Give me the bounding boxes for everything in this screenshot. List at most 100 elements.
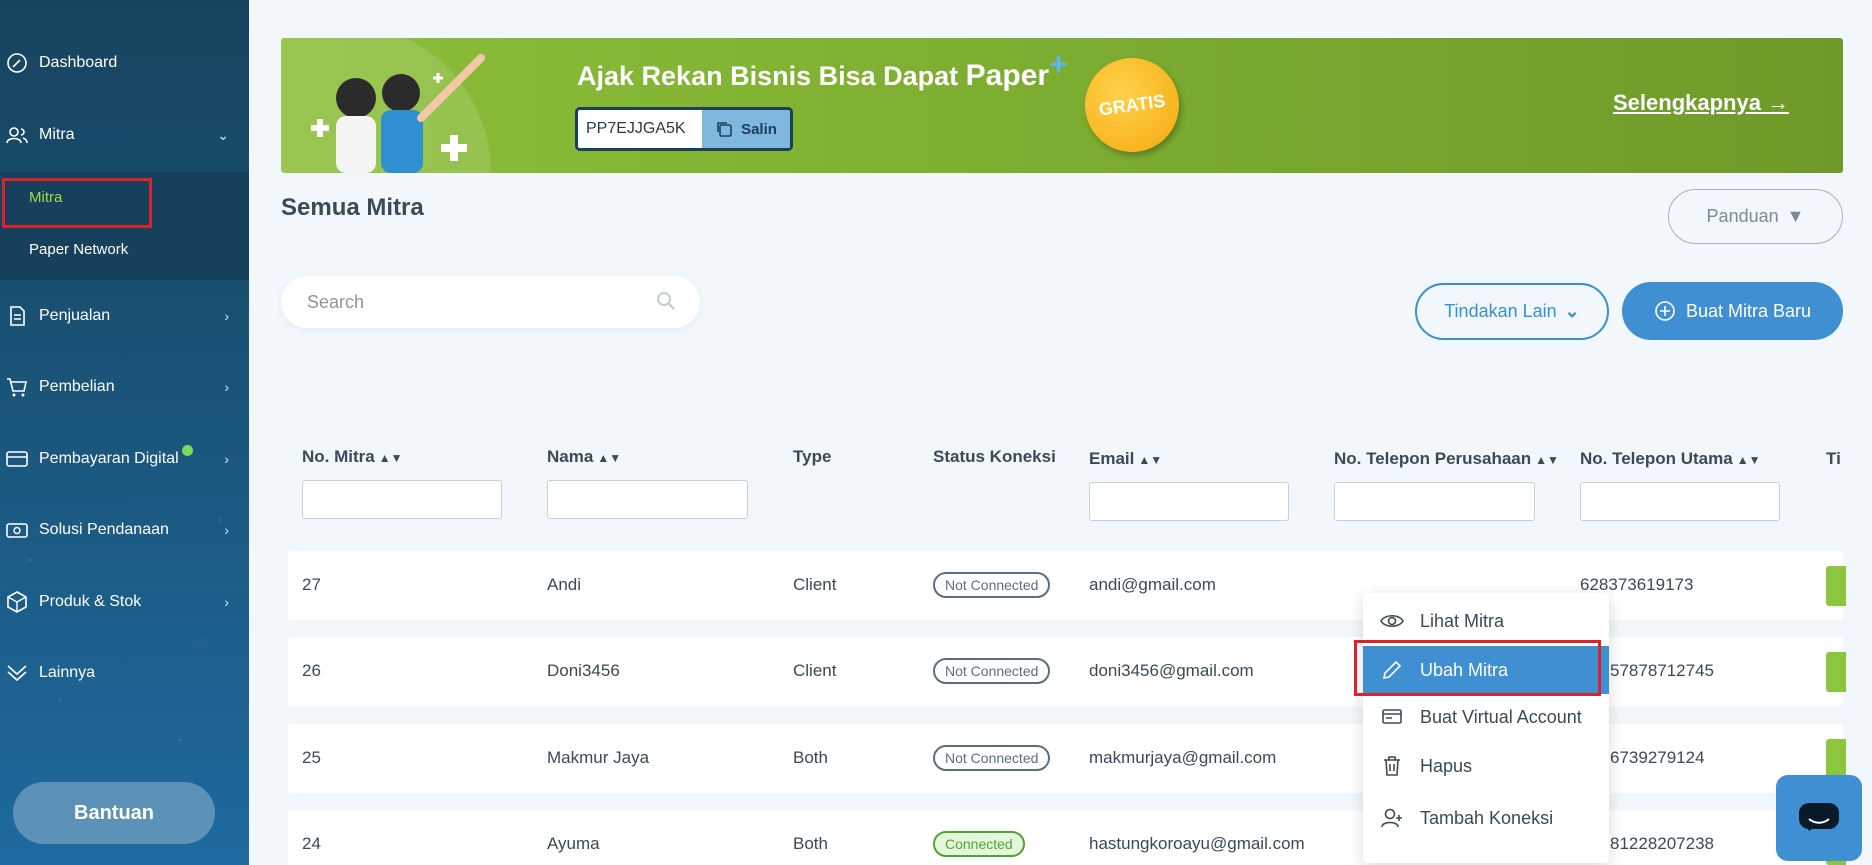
filter-nama[interactable] <box>547 480 748 519</box>
column-label: No. Telepon Utama <box>1580 449 1733 468</box>
banner-brand: Paper <box>965 59 1050 92</box>
guide-label: Panduan <box>1706 206 1779 226</box>
trash-icon <box>1380 754 1404 778</box>
column-header-nama[interactable]: Nama ▲▼ <box>547 447 621 467</box>
create-partner-label: Buat Mitra Baru <box>1685 300 1812 321</box>
menu-item-add-connection[interactable]: Tambah Koneksi <box>1363 794 1609 842</box>
table-row[interactable]: 24 Ayuma Both Connected hastungkoroayu@g… <box>288 810 1843 865</box>
sidebar-item-label: Mitra <box>39 126 75 143</box>
filter-no-mitra[interactable] <box>302 480 502 519</box>
column-label: No. Mitra <box>302 447 375 466</box>
sidebar-item-pembelian[interactable]: Pembelian › <box>0 367 249 407</box>
cell-phone: 6739279124 <box>1610 748 1705 767</box>
copy-button[interactable]: Salin <box>702 110 790 148</box>
row-action-tab[interactable] <box>1826 652 1846 692</box>
search-input[interactable] <box>307 276 637 328</box>
learn-more-link[interactable]: Selengkapnya → <box>1613 90 1789 116</box>
cell-name: Doni3456 <box>547 661 620 680</box>
menu-item-label: Tambah Koneksi <box>1420 807 1554 828</box>
box-icon <box>6 591 28 613</box>
menu-item-label: Buat Virtual Account <box>1420 706 1582 727</box>
other-actions-label: Tindakan Lain <box>1444 301 1557 321</box>
learn-more-label: Selengkapnya <box>1613 90 1761 115</box>
chat-button[interactable] <box>1776 775 1862 861</box>
referral-code: PP7EJJGA5K <box>586 120 686 137</box>
sidebar-item-lainnya[interactable]: Lainnya <box>0 653 249 693</box>
banner-people-illustration <box>281 38 491 173</box>
sidebar-item-label: Pembayaran Digital <box>39 450 179 467</box>
sort-icon: ▲▼ <box>1736 453 1761 467</box>
status-badge: Not Connected <box>933 572 1051 598</box>
sidebar-item-label: Lainnya <box>39 664 96 681</box>
sidebar-item-penjualan[interactable]: Penjualan › <box>0 296 249 336</box>
guide-dropdown[interactable]: Panduan ▼ <box>1668 189 1843 244</box>
cell-name: Ayuma <box>547 834 600 853</box>
digital-payment-icon <box>6 448 28 470</box>
table-row[interactable]: 27 Andi Client Not Connected andi@gmail.… <box>288 551 1843 620</box>
sales-icon <box>6 305 28 327</box>
card-icon <box>1380 705 1404 729</box>
menu-item-view-partner[interactable]: Lihat Mitra <box>1363 597 1609 645</box>
copy-button-label: Salin <box>741 120 777 138</box>
sort-icon: ▲▼ <box>378 451 403 465</box>
status-badge: Connected <box>933 831 1025 857</box>
cell-email: makmurjaya@gmail.com <box>1089 748 1277 767</box>
notification-dot <box>182 445 193 456</box>
banner-title: Ajak Rekan Bisnis Bisa Dapat Paper+ <box>577 46 1068 93</box>
column-header-main-phone[interactable]: No. Telepon Utama ▲▼ <box>1580 449 1760 469</box>
table-row[interactable]: 25 Makmur Jaya Both Not Connected makmur… <box>288 724 1843 793</box>
arrow-right-icon: → <box>1767 90 1790 115</box>
cell-phone: 628373619173 <box>1580 575 1694 594</box>
column-header-status: Status Koneksi <box>933 447 1056 467</box>
cell-email: hastungkoroayu@gmail.com <box>1089 834 1305 853</box>
cell-email: andi@gmail.com <box>1089 575 1216 594</box>
filter-company-phone[interactable] <box>1334 482 1535 521</box>
menu-item-delete[interactable]: Hapus <box>1363 742 1609 790</box>
cell-type: Both <box>793 834 828 853</box>
menu-item-label: Hapus <box>1420 755 1473 776</box>
cell-no: 27 <box>302 575 321 594</box>
cell-name: Makmur Jaya <box>547 748 650 767</box>
sidebar-subitem-paper-network[interactable]: Paper Network <box>29 241 128 258</box>
filter-main-phone[interactable] <box>1580 482 1780 521</box>
column-header-company-phone[interactable]: No. Telepon Perusahaan ▲▼ <box>1334 449 1559 469</box>
sidebar-item-dashboard[interactable]: Dashboard <box>0 43 249 83</box>
table-row[interactable]: 26 Doni3456 Client Not Connected doni345… <box>288 637 1843 706</box>
sidebar: Dashboard Mitra ⌄ Mitra Paper Network Pe… <box>0 0 249 865</box>
search-icon <box>657 292 675 310</box>
row-action-tab[interactable] <box>1826 739 1846 779</box>
sidebar-item-pembayaran-digital[interactable]: Pembayaran Digital › <box>0 439 249 479</box>
status-badge: Not Connected <box>933 745 1051 771</box>
row-context-menu: Lihat Mitra Ubah Mitra Buat Virtual Acco… <box>1363 593 1609 863</box>
partner-icon <box>6 124 28 146</box>
chevron-right-icon: › <box>224 522 229 538</box>
sidebar-item-produk-stok[interactable]: Produk & Stok › <box>0 582 249 622</box>
eye-icon <box>1380 609 1404 633</box>
column-label: Ti <box>1826 449 1841 468</box>
menu-item-create-virtual-account[interactable]: Buat Virtual Account <box>1363 693 1609 741</box>
help-button[interactable]: Bantuan <box>13 782 215 844</box>
page-title: Semua Mitra <box>281 194 424 221</box>
highlight-box <box>2 178 152 228</box>
sort-icon: ▲▼ <box>597 451 622 465</box>
search-box <box>281 276 700 328</box>
sidebar-item-label: Pembelian <box>39 378 115 395</box>
cell-no: 26 <box>302 661 321 680</box>
sidebar-item-label: Produk & Stok <box>39 593 142 610</box>
other-actions-dropdown[interactable]: Tindakan Lain ⌄ <box>1415 283 1609 340</box>
row-action-tab[interactable] <box>1826 566 1846 606</box>
column-header-email[interactable]: Email ▲▼ <box>1089 449 1162 469</box>
cell-phone: 81228207238 <box>1610 834 1715 853</box>
sidebar-item-label: Dashboard <box>39 54 118 71</box>
copy-icon <box>717 122 732 137</box>
more-icon <box>6 662 28 684</box>
cell-no: 25 <box>302 748 321 767</box>
column-header-type: Type <box>793 447 831 467</box>
chevron-right-icon: › <box>224 451 229 467</box>
filter-email[interactable] <box>1089 482 1289 521</box>
create-partner-button[interactable]: Buat Mitra Baru <box>1622 282 1843 340</box>
column-header-no-mitra[interactable]: No. Mitra ▲▼ <box>302 447 403 467</box>
column-label: Nama <box>547 447 594 466</box>
sidebar-item-mitra[interactable]: Mitra ⌄ <box>0 115 249 155</box>
sidebar-item-solusi-pendanaan[interactable]: Solusi Pendanaan › <box>0 510 249 550</box>
